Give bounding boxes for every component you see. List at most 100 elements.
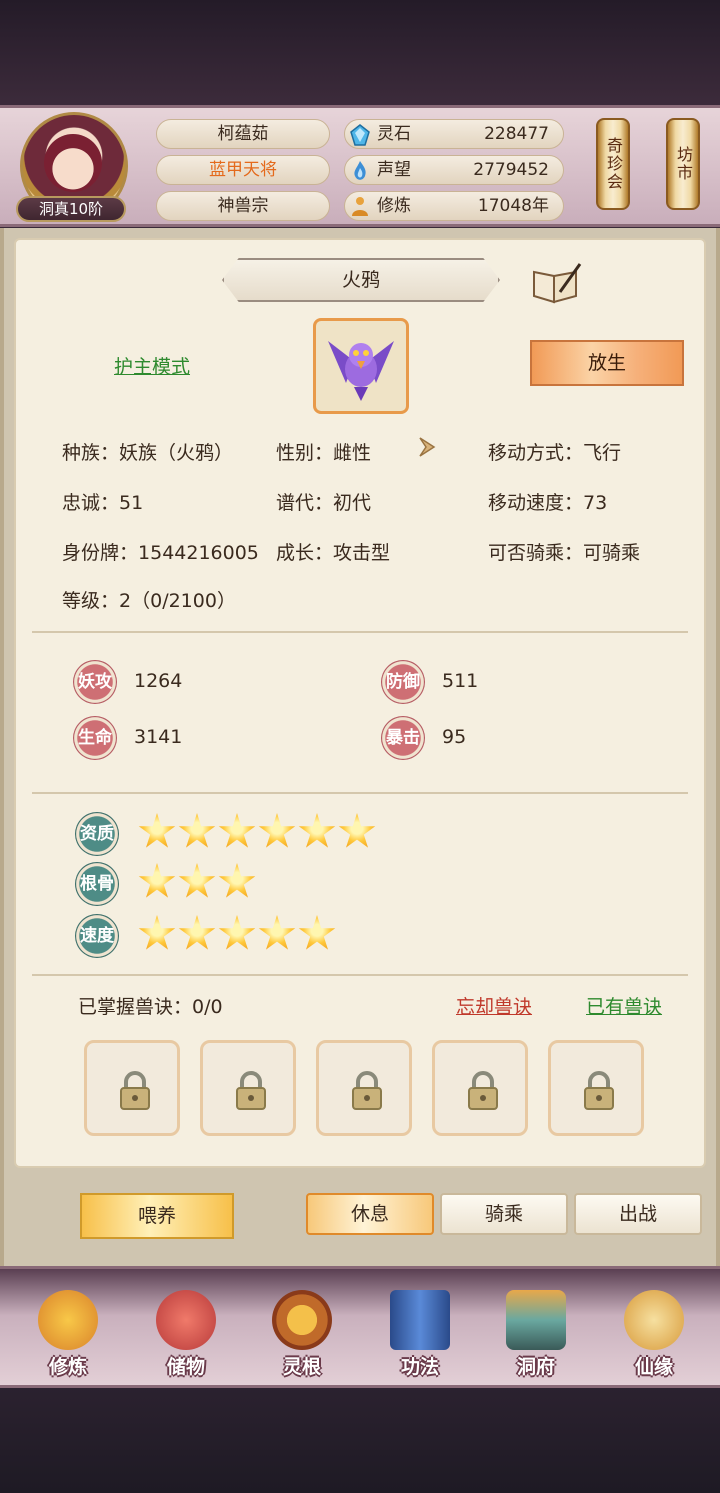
skill-slot[interactable] [548, 1040, 644, 1136]
star-icon [218, 915, 256, 950]
lock-icon [584, 1071, 614, 1110]
info-value: 攻击型 [333, 542, 391, 564]
owned-skills-link[interactable]: 已有兽诀 [586, 992, 662, 1019]
defense-badge: 防御 [381, 660, 425, 704]
resource-value: 17048年 [477, 196, 549, 216]
demon-attack-badge: 妖攻 [73, 660, 117, 704]
nav-label: 修炼 [48, 1356, 87, 1378]
nav-storage[interactable]: 储物 [138, 1290, 234, 1386]
resource-label: 声望 [377, 160, 411, 180]
id-tag-info: 身份牌：1544216005 [62, 538, 259, 565]
cultivate-icon [38, 1290, 98, 1350]
rideable-info: 可否骑乘：可骑乘 [488, 538, 640, 565]
arrow-right-icon[interactable] [414, 432, 444, 462]
bone-stars [138, 863, 256, 903]
info-value: 51 [119, 492, 144, 514]
nav-cultivate[interactable]: 修炼 [20, 1290, 116, 1386]
technique-book-icon [390, 1290, 450, 1350]
info-label: 性别： [276, 442, 334, 464]
aptitude-stars [138, 813, 376, 853]
divider [32, 631, 688, 633]
skill-slot[interactable] [84, 1040, 180, 1136]
info-label: 身份牌： [62, 542, 139, 564]
info-value: 飞行 [583, 442, 622, 464]
skill-slot[interactable] [432, 1040, 528, 1136]
critical-badge: 暴击 [381, 716, 425, 760]
meditation-icon [352, 197, 368, 216]
market-button[interactable]: 坊市 [666, 118, 700, 210]
info-label: 种族： [62, 442, 120, 464]
rest-button[interactable]: 休息 [306, 1193, 434, 1235]
generation-info: 谱代：初代 [276, 488, 371, 515]
star-icon [138, 813, 176, 848]
health-value: 3141 [134, 726, 183, 748]
star-icon [138, 863, 176, 898]
info-value: 1544216005 [138, 542, 259, 564]
info-value: 73 [583, 492, 608, 514]
speed-stars [138, 915, 336, 955]
feed-button[interactable]: 喂养 [80, 1193, 234, 1239]
skill-slot[interactable] [316, 1040, 412, 1136]
ride-button[interactable]: 骑乘 [440, 1193, 568, 1235]
storage-bag-icon [156, 1290, 216, 1350]
cultivation-counter: 修炼 17048年 [344, 191, 564, 221]
nav-fate[interactable]: 仙缘 [606, 1290, 702, 1386]
lock-icon [468, 1071, 498, 1110]
nav-techniques[interactable]: 功法 [372, 1290, 468, 1386]
lock-icon [352, 1071, 382, 1110]
cave-dwelling-icon [506, 1290, 566, 1350]
movement-info: 移动方式：飞行 [488, 438, 621, 465]
spirit-root-icon [272, 1290, 332, 1350]
aptitude-badge: 资质 [75, 812, 119, 856]
level-info: 等级：2（0/2100） [62, 586, 236, 613]
release-button[interactable]: 放生 [530, 340, 684, 386]
avatar-face [44, 134, 102, 192]
divider [32, 792, 688, 794]
info-label: 移动方式： [488, 442, 584, 464]
pet-manual-icon[interactable] [530, 262, 582, 304]
forget-skill-link[interactable]: 忘却兽诀 [456, 992, 532, 1019]
fire-crow-icon [328, 341, 394, 401]
star-icon [298, 915, 336, 950]
star-icon [298, 813, 336, 848]
rank-badge: 洞真10阶 [16, 196, 126, 222]
health-badge: 生命 [73, 716, 117, 760]
critical-value: 95 [442, 726, 467, 748]
deploy-button[interactable]: 出战 [574, 1193, 702, 1235]
divider [32, 974, 688, 976]
player-sect: 神兽宗 [156, 191, 330, 221]
nav-spirit-root[interactable]: 灵根 [254, 1290, 350, 1386]
star-icon [178, 863, 216, 898]
info-label: 忠诚： [62, 492, 120, 514]
nav-label: 功法 [400, 1356, 439, 1378]
reputation-counter: 声望 2779452 [344, 155, 564, 185]
star-icon [178, 813, 216, 848]
guard-mode-link[interactable]: 护主模式 [114, 352, 190, 379]
gourd-icon [624, 1290, 684, 1350]
star-icon [258, 813, 296, 848]
nav-label: 灵根 [282, 1356, 321, 1378]
spirit-stone-icon [350, 124, 370, 146]
resource-label: 灵石 [377, 124, 411, 144]
star-icon [258, 915, 296, 950]
info-label: 成长： [276, 542, 334, 564]
pet-name: 火鸦 [341, 269, 380, 291]
info-value: 2（0/2100） [119, 590, 236, 612]
demon-attack-value: 1264 [134, 670, 183, 692]
treasure-auction-button[interactable]: 奇珍会 [596, 118, 630, 210]
pet-portrait[interactable] [313, 318, 409, 414]
resource-label: 修炼 [377, 196, 411, 216]
player-name: 柯蕴茹 [156, 119, 330, 149]
info-value: 初代 [333, 492, 372, 514]
growth-info: 成长：攻击型 [276, 538, 390, 565]
nav-label: 洞府 [516, 1356, 555, 1378]
nav-label: 仙缘 [634, 1356, 673, 1378]
nav-label: 储物 [166, 1356, 205, 1378]
star-icon [218, 813, 256, 848]
info-label: 移动速度： [488, 492, 584, 514]
info-label: 等级： [62, 590, 120, 612]
skill-slot[interactable] [200, 1040, 296, 1136]
resource-value: 228477 [484, 124, 549, 144]
nav-cave[interactable]: 洞府 [488, 1290, 584, 1386]
resource-value: 2779452 [473, 160, 549, 180]
